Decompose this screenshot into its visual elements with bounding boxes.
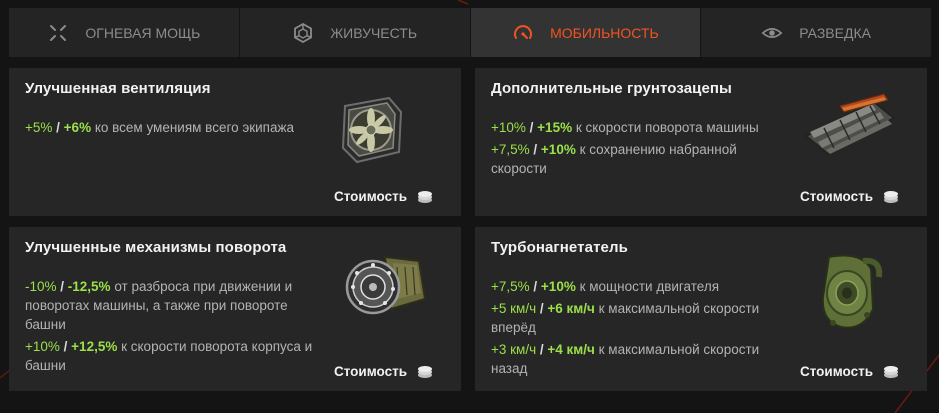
tab-label: Живучесть	[330, 24, 418, 41]
cost-label: Стоимость	[799, 189, 873, 204]
crosshair-icon	[47, 22, 69, 44]
bonus-separator: /	[536, 342, 548, 357]
turbocharger-icon	[821, 254, 883, 329]
bonus-separator: /	[52, 120, 64, 135]
cost-label: Стоимость	[799, 364, 873, 379]
equipment-card-grousers[interactable]: Дополнительные грунтозацепы +10% / +15% …	[475, 68, 927, 216]
card-title: Турбонагнетатель	[491, 239, 628, 256]
bonus-line: -10% / -12,5% от разброса при движении и…	[25, 277, 325, 334]
bonus-list: +10% / +15% к скорости поворота машины +…	[491, 118, 791, 181]
bonus-text: ко всем умениям всего экипажа	[91, 120, 295, 135]
tab-mobility[interactable]: Мобильность	[470, 8, 702, 57]
bonus-separator: /	[529, 142, 541, 157]
turning-mechanism-icon	[345, 255, 427, 315]
bonus-value-base: -10%	[25, 279, 57, 294]
bonus-line: +7,5% / +10% к мощности двигателя	[491, 277, 791, 296]
bonus-value-improved: +10%	[540, 142, 576, 157]
cost-label: Стоимость	[333, 189, 407, 204]
bonus-text: к скорости поворота машины	[572, 120, 759, 135]
bonus-line: +10% / +12,5% к скорости поворота корпус…	[25, 337, 325, 375]
equipment-card-ventilation[interactable]: Улучшенная вентиляция +5% / +6% ко всем …	[9, 68, 461, 216]
bonus-line: +3 км/ч / +4 км/ч к максимальной скорост…	[491, 340, 791, 378]
card-title: Улучшенные механизмы поворота	[25, 239, 287, 256]
bonus-value-base: +3 км/ч	[491, 342, 537, 357]
bonus-value-improved: +12,5%	[71, 339, 118, 354]
ventilation-fan-icon	[341, 96, 403, 164]
bonus-separator: /	[525, 120, 538, 135]
credits-icon	[884, 190, 898, 203]
bonus-value-base: +10%	[491, 120, 526, 135]
bonus-list: +5% / +6% ко всем умениям всего экипажа	[25, 118, 325, 140]
hexagon-armor-icon	[292, 22, 314, 44]
credits-icon	[418, 365, 432, 378]
bonus-value-improved: +6 км/ч	[547, 301, 595, 316]
eye-icon	[761, 22, 783, 44]
bonus-separator: /	[536, 301, 548, 316]
bonus-value-base: +5 км/ч	[491, 301, 537, 316]
cost-button[interactable]: Стоимость	[334, 189, 433, 204]
tab-recon[interactable]: Разведка	[701, 8, 931, 57]
track-grousers-icon	[804, 93, 896, 156]
credits-icon	[884, 365, 898, 378]
cost-button[interactable]: Стоимость	[334, 364, 433, 379]
bonus-value-improved: +10%	[540, 279, 576, 294]
bonus-value-base: +7,5%	[491, 279, 530, 294]
bonus-list: -10% / -12,5% от разброса при движении и…	[25, 277, 325, 378]
bonus-separator: /	[529, 279, 541, 294]
cost-button[interactable]: Стоимость	[800, 189, 899, 204]
tab-label: Огневая мощь	[85, 24, 201, 41]
equipment-card-turbocharger[interactable]: Турбонагнетатель +7,5% / +10% к мощности…	[475, 227, 927, 391]
bonus-value-improved: +6%	[63, 120, 92, 135]
tab-label: Мобильность	[550, 24, 659, 41]
bonus-list: +7,5% / +10% к мощности двигателя +5 км/…	[491, 277, 791, 381]
bonus-line: +5% / +6% ко всем умениям всего экипажа	[25, 118, 325, 137]
tab-firepower[interactable]: Огневая мощь	[9, 8, 240, 57]
bonus-line: +5 км/ч / +6 км/ч к максимальной скорост…	[491, 299, 791, 337]
card-title: Дополнительные грунтозацепы	[491, 80, 732, 97]
bonus-value-base: +5%	[25, 120, 53, 135]
bonus-value-base: +10%	[25, 339, 60, 354]
bonus-value-base: +7,5%	[491, 142, 530, 157]
equipment-card-turning-mechanism[interactable]: Улучшенные механизмы поворота -10% / -12…	[9, 227, 461, 391]
bonus-line: +7,5% / +10% к сохранению набранной скор…	[491, 140, 791, 178]
bonus-value-improved: -12,5%	[67, 279, 111, 294]
bonus-separator: /	[56, 279, 68, 294]
credits-icon	[418, 190, 432, 203]
mobility-tabs: Огневая мощь Живучесть Мобильность	[9, 8, 931, 57]
cost-label: Стоимость	[333, 364, 407, 379]
bonus-text: к мощности двигателя	[575, 279, 720, 294]
bonus-separator: /	[59, 339, 72, 354]
bonus-value-improved: +4 км/ч	[547, 342, 595, 357]
bonus-line: +10% / +15% к скорости поворота машины	[491, 118, 791, 137]
tab-label: Разведка	[799, 24, 871, 41]
card-title: Улучшенная вентиляция	[25, 80, 211, 97]
cost-button[interactable]: Стоимость	[800, 364, 899, 379]
speedometer-icon	[512, 22, 534, 44]
tab-survivability[interactable]: Живучесть	[240, 8, 471, 57]
bonus-value-improved: +15%	[537, 120, 573, 135]
